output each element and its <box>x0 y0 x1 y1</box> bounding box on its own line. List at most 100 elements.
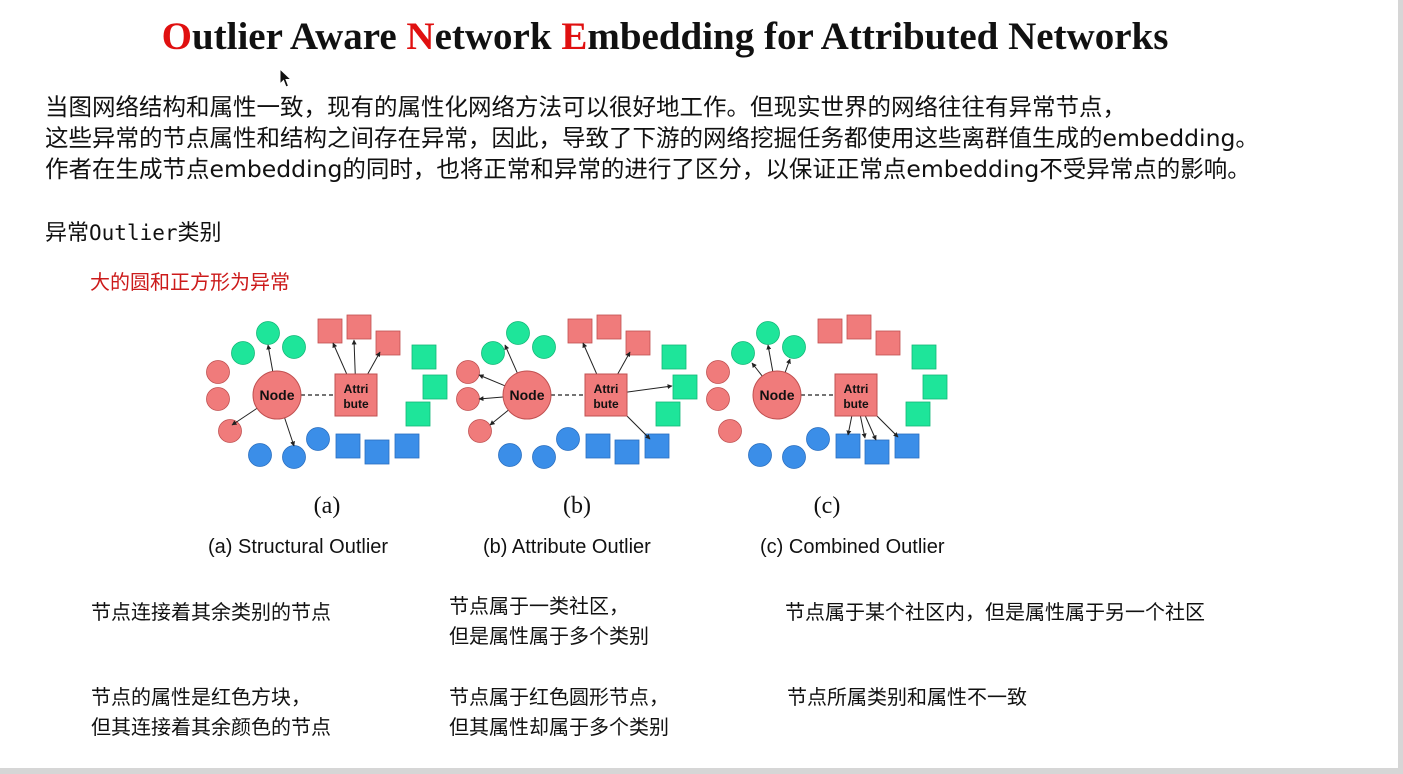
green-circle-node <box>231 341 255 365</box>
blue-circle-node <box>806 427 830 451</box>
red-square-attribute <box>875 330 901 356</box>
node-label: Node <box>260 387 295 403</box>
red-circle-node <box>706 387 730 411</box>
red-square-attribute <box>625 330 651 356</box>
blue-circle-node <box>532 445 556 469</box>
blue-square-attribute <box>335 433 361 459</box>
window-bottom-edge <box>0 768 1403 774</box>
caption-structural-outlier: (a) Structural Outlier <box>208 536 389 558</box>
green-circle-node <box>756 321 780 345</box>
desc-combined-1: 节点属于某个社区内，但是属性属于另一个社区 <box>785 597 1205 627</box>
desc-structural-1: 节点连接着其余类别的节点 <box>91 597 331 627</box>
attribute-label-line2: bute <box>593 397 619 411</box>
blue-square-attribute <box>394 433 420 459</box>
intro-line: 当图网络结构和属性一致，现有的属性化网络方法可以很好地工作。但现实世界的网络往往… <box>45 93 1126 121</box>
outlier-panel-b: Node Attribute (b) <box>456 314 698 519</box>
green-square-attribute <box>672 374 698 400</box>
mouse-cursor-icon <box>279 68 293 88</box>
desc-attribute-1: 节点属于一类社区， 但是属性属于多个类别 <box>449 591 649 651</box>
attribute-label-line2: bute <box>343 397 369 411</box>
green-circle-node <box>481 341 505 365</box>
green-square-attribute <box>422 374 448 400</box>
outlier-panel-a: Node Attribute (a) <box>206 314 448 519</box>
panel-label: (c) <box>814 493 841 519</box>
green-square-attribute <box>905 401 931 427</box>
green-square-attribute <box>922 374 948 400</box>
red-circle-node <box>206 360 230 384</box>
attribute-label-line1: Attri <box>594 382 619 396</box>
blue-square-attribute <box>864 439 890 465</box>
desc-structural-2: 节点的属性是红色方块， 但其连接着其余颜色的节点 <box>91 682 331 742</box>
red-circle-node <box>206 387 230 411</box>
title-seg-4: E <box>561 15 588 58</box>
desc-line: 节点属于某个社区内，但是属性属于另一个社区 <box>785 600 1205 624</box>
caption-combined-outlier: (c) Combined Outlier <box>760 536 945 558</box>
attribute-label-line1: Attri <box>844 382 869 396</box>
green-circle-node <box>506 321 530 345</box>
node-label: Node <box>510 387 545 403</box>
desc-line: 节点属于红色圆形节点， <box>449 685 669 709</box>
green-square-attribute <box>655 401 681 427</box>
panel-label: (a) <box>314 493 341 519</box>
red-square-attribute <box>346 314 372 340</box>
desc-line: 但是属性属于多个类别 <box>449 624 649 648</box>
blue-square-attribute <box>614 439 640 465</box>
desc-line: 节点属于一类社区， <box>449 594 629 618</box>
heading-mono: Outlier <box>89 221 178 245</box>
red-square-attribute <box>317 318 343 344</box>
outlier-types-figure: Node Attri bute (a) Node Attri bute (b) Node Attr… <box>200 305 960 525</box>
red-square-attribute <box>375 330 401 356</box>
intro-line: 作者在生成节点embedding的同时，也将正常和异常的进行了区分，以保证正常点… <box>45 155 1251 183</box>
blue-circle-node <box>556 427 580 451</box>
desc-line: 节点的属性是红色方块， <box>91 685 311 709</box>
blue-square-attribute <box>585 433 611 459</box>
desc-line: 节点所属类别和属性不一致 <box>787 685 1027 709</box>
heading-prefix: 异常 <box>45 221 90 246</box>
caption-attribute-outlier: (b) Attribute Outlier <box>483 536 651 558</box>
green-square-attribute <box>411 344 437 370</box>
title-seg-2: N <box>406 15 435 58</box>
intro-paragraph: 当图网络结构和属性一致，现有的属性化网络方法可以很好地工作。但现实世界的网络往往… <box>45 92 1259 185</box>
title-seg-3: etwork <box>434 15 562 58</box>
node-label: Node <box>760 387 795 403</box>
green-square-attribute <box>405 401 431 427</box>
desc-combined-2: 节点所属类别和属性不一致 <box>787 682 1027 712</box>
red-square-attribute <box>846 314 872 340</box>
green-circle-node <box>256 321 280 345</box>
outlier-panel-c: Node Attribute (c) <box>706 314 948 519</box>
blue-circle-node <box>748 443 772 467</box>
attribute-label-line1: Attri <box>344 382 369 396</box>
title-seg-5: mbedding for Attributed Networks <box>587 15 1169 58</box>
red-square-attribute <box>596 314 622 340</box>
red-square-attribute <box>567 318 593 344</box>
outlier-diagram-svg: Node Attribute(a)Node Attribute(b)Node Attr… <box>206 314 948 519</box>
window-right-edge <box>1398 0 1403 774</box>
title-seg-1: utlier Aware <box>191 15 407 58</box>
red-square-attribute <box>817 318 843 344</box>
heading-suffix: 类别 <box>177 221 222 246</box>
red-circle-node <box>218 419 242 443</box>
blue-square-attribute <box>835 433 861 459</box>
blue-circle-node <box>282 445 306 469</box>
green-circle-node <box>731 341 755 365</box>
desc-line: 但其属性却属于多个类别 <box>449 715 669 739</box>
intro-line: 这些异常的节点属性和结构之间存在异常，因此，导致了下游的网络挖掘任务都使用这些离… <box>45 124 1259 152</box>
green-circle-node <box>282 335 306 359</box>
blue-circle-node <box>248 443 272 467</box>
slide-title: Outlier Aware Network Embedding for Attr… <box>0 14 1330 59</box>
outlier-note: 大的圆和正方形为异常 <box>90 270 290 294</box>
desc-attribute-2: 节点属于红色圆形节点， 但其属性却属于多个类别 <box>449 682 669 742</box>
desc-line: 但其连接着其余颜色的节点 <box>91 715 331 739</box>
blue-circle-node <box>306 427 330 451</box>
title-seg-0: O <box>161 15 192 58</box>
outlier-category-heading: 异常Outlier类别 <box>45 215 222 247</box>
blue-circle-node <box>498 443 522 467</box>
blue-square-attribute <box>364 439 390 465</box>
desc-line: 节点连接着其余类别的节点 <box>91 600 331 624</box>
green-square-attribute <box>661 344 687 370</box>
blue-square-attribute <box>894 433 920 459</box>
green-square-attribute <box>911 344 937 370</box>
panel-label: (b) <box>563 493 591 519</box>
red-circle-node <box>456 360 480 384</box>
red-circle-node <box>456 387 480 411</box>
